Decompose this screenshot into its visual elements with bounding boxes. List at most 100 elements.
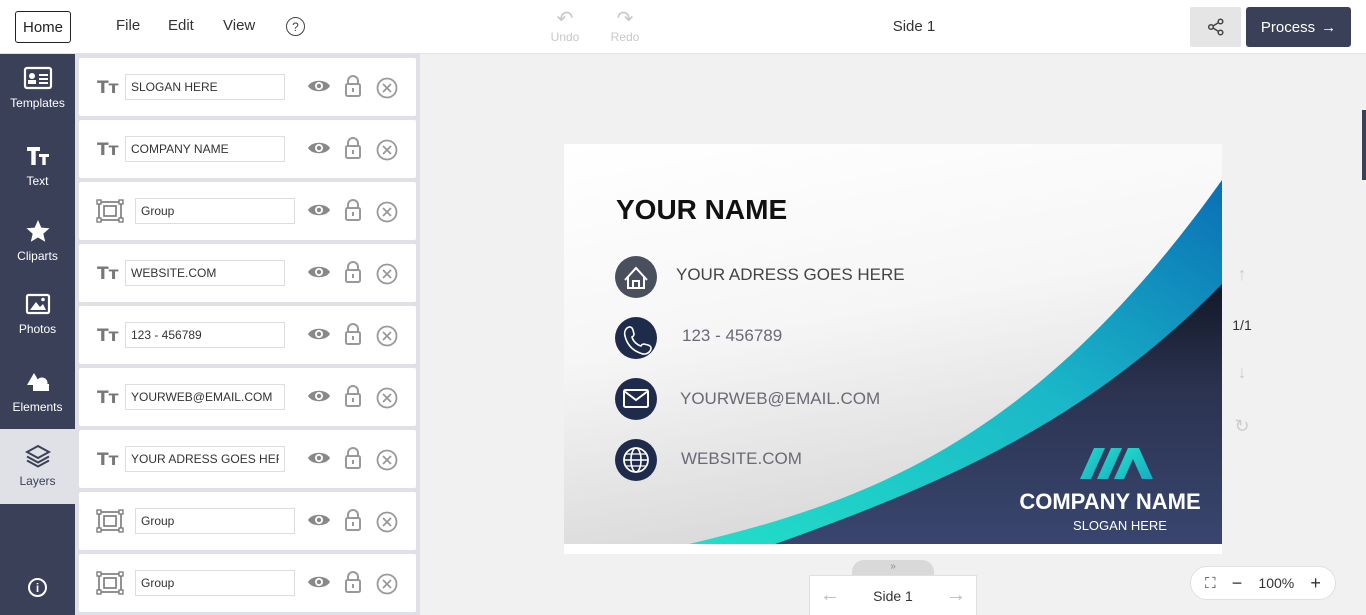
lock-icon[interactable] [344,571,362,593]
next-side-icon[interactable]: → [946,584,966,607]
redo-label: Redo [610,30,640,44]
card-name[interactable]: YOUR NAME [616,194,787,226]
eye-icon[interactable] [307,573,331,591]
zoom-level: 100% [1258,575,1295,591]
eye-icon[interactable] [307,387,331,405]
eye-icon[interactable] [307,263,331,281]
view-menu[interactable]: View [223,17,255,34]
nav-text[interactable]: Text [0,144,75,216]
rotate-icon[interactable]: ↻ [1229,416,1255,437]
layer-row[interactable]: Tт [79,58,416,116]
lock-icon[interactable] [344,385,362,407]
collapse-pages-tab[interactable]: » [852,560,934,576]
home-button[interactable]: Home [15,11,71,43]
layer-name-input[interactable] [125,260,285,286]
lock-icon[interactable] [344,137,362,159]
layer-row[interactable]: Tт [79,368,416,426]
card-website[interactable]: WEBSITE.COM [681,449,802,469]
group-layer-icon [96,571,124,595]
delete-icon[interactable] [376,201,398,223]
text-icon [26,147,49,165]
lock-icon[interactable] [344,75,362,97]
eye-icon[interactable] [307,449,331,467]
info-icon[interactable]: i [28,578,47,597]
undo-label: Undo [550,30,580,44]
layer-name-input[interactable] [125,74,285,100]
eye-icon[interactable] [307,139,331,157]
layer-row[interactable] [79,182,416,240]
delete-icon[interactable] [376,573,398,595]
layer-row[interactable]: Tт [79,430,416,488]
redo-icon: ↷ [616,8,634,30]
layer-row[interactable]: Tт [79,120,416,178]
layer-name-input[interactable] [125,384,285,410]
layer-name-input[interactable] [135,570,295,596]
layer-name-input[interactable] [125,136,285,162]
eye-icon[interactable] [307,511,331,529]
delete-icon[interactable] [376,511,398,533]
delete-icon[interactable] [376,449,398,471]
fullscreen-icon[interactable]: ⛶ [1205,575,1216,592]
page-down-icon[interactable]: ↓ [1229,362,1255,383]
card-slogan[interactable]: SLOGAN HERE [1004,518,1222,533]
delete-icon[interactable] [376,325,398,347]
zoom-in-icon[interactable]: + [1310,573,1321,594]
nav-text-label: Text [26,174,49,188]
business-card[interactable]: YOUR NAME YOUR ADRESS GOES HERE 123 - 45… [564,144,1222,544]
text-layer-icon: Tт [97,450,119,470]
text-layer-icon: Tт [97,140,119,160]
eye-icon[interactable] [307,201,331,219]
nav-photos[interactable]: Photos [0,292,75,364]
nav-templates[interactable]: Templates [0,66,75,138]
card-email[interactable]: YOURWEB@EMAIL.COM [680,389,880,409]
redo-button[interactable]: ↷ Redo [605,8,645,44]
templates-icon [23,66,52,90]
card-company-name[interactable]: COMPANY NAME [1004,489,1216,515]
delete-icon[interactable] [376,77,398,99]
top-toolbar: Home File Edit View ? ↶ Undo ↷ Redo Side… [0,0,1366,54]
delete-icon[interactable] [376,263,398,285]
canvas-scrollbar[interactable] [1362,110,1366,180]
nav-layers[interactable]: Layers [0,429,75,504]
lock-icon[interactable] [344,323,362,345]
zoom-out-icon[interactable]: − [1232,573,1243,594]
text-layer-icon: Tт [97,326,119,346]
delete-icon[interactable] [376,139,398,161]
layer-name-input[interactable] [135,508,295,534]
layer-name-input[interactable] [135,198,295,224]
lock-icon[interactable] [344,509,362,531]
edit-menu[interactable]: Edit [168,17,194,34]
card-bleed [564,544,1222,554]
nav-cliparts[interactable]: Cliparts [0,219,75,291]
lock-icon[interactable] [344,447,362,469]
undo-button[interactable]: ↶ Undo [545,8,585,44]
photo-icon [25,293,50,315]
page-up-icon[interactable]: ↑ [1229,264,1255,285]
shapes-icon [26,373,49,391]
layer-name-input[interactable] [125,322,285,348]
eye-icon[interactable] [307,325,331,343]
group-layer-icon [96,509,124,533]
process-button[interactable]: Process → [1246,7,1351,47]
text-layer-icon: Tт [97,388,119,408]
lock-icon[interactable] [344,199,362,221]
layer-row[interactable] [79,554,416,612]
previous-side-icon[interactable]: ← [820,584,840,607]
share-button[interactable] [1190,7,1241,47]
help-icon[interactable]: ? [286,17,305,36]
card-address[interactable]: YOUR ADRESS GOES HERE [676,265,905,285]
page-count: 1/1 [1232,317,1252,333]
file-menu[interactable]: File [116,17,140,34]
zoom-control: ⛶ − 100% + [1190,566,1336,600]
layer-row[interactable]: Tт [79,244,416,302]
card-phone[interactable]: 123 - 456789 [682,326,782,346]
share-icon [1207,18,1224,36]
layer-name-input[interactable] [125,446,285,472]
layer-row[interactable] [79,492,416,550]
layer-row[interactable]: Tт [79,306,416,364]
eye-icon[interactable] [307,77,331,95]
side-label[interactable]: Side 1 [873,588,913,604]
lock-icon[interactable] [344,261,362,283]
delete-icon[interactable] [376,387,398,409]
nav-templates-label: Templates [10,96,65,110]
